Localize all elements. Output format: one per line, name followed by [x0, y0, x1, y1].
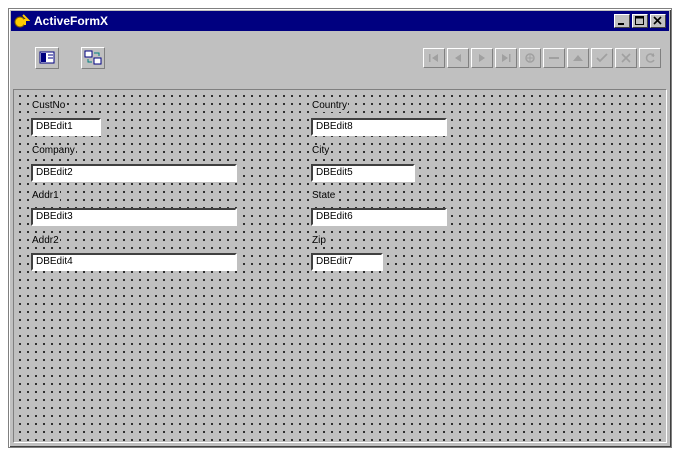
- addr1-label: Addr1: [31, 190, 60, 202]
- delete-record-icon: [549, 57, 559, 59]
- edit-record-button[interactable]: [567, 48, 589, 68]
- activex-app-icon: [14, 14, 30, 28]
- form-view-button[interactable]: [35, 47, 59, 69]
- country-label: Country: [311, 100, 349, 112]
- cancel-record-button[interactable]: [615, 48, 637, 68]
- prior-record-icon: [455, 54, 461, 62]
- minimize-button[interactable]: [614, 14, 630, 28]
- insert-record-icon: [525, 53, 535, 63]
- next-record-button[interactable]: [471, 48, 493, 68]
- toolbar: [11, 33, 669, 85]
- addr2-field[interactable]: DBEdit4: [31, 253, 237, 271]
- zip-label: Zip: [311, 235, 327, 247]
- maximize-icon: [635, 16, 644, 25]
- form-view-icon: [39, 51, 55, 64]
- prior-record-button[interactable]: [447, 48, 469, 68]
- close-icon: [653, 16, 662, 25]
- title-bar[interactable]: ActiveFormX: [11, 11, 669, 31]
- country-field[interactable]: DBEdit8: [311, 118, 447, 136]
- state-label: State: [311, 190, 337, 202]
- last-record-icon: [502, 54, 511, 62]
- caption-buttons: [614, 14, 666, 28]
- addr1-field[interactable]: DBEdit3: [31, 208, 237, 226]
- app-window: ActiveFormX CustNo DBEdit1 Company DBEdi…: [8, 8, 672, 448]
- edit-record-icon: [573, 55, 583, 61]
- navigator-bar: [423, 48, 661, 68]
- post-record-button[interactable]: [591, 48, 613, 68]
- post-record-icon: [596, 53, 608, 63]
- window-title: ActiveFormX: [34, 14, 109, 28]
- company-label: Company: [31, 145, 76, 157]
- maximize-button[interactable]: [632, 14, 648, 28]
- custno-field[interactable]: DBEdit1: [31, 118, 101, 136]
- city-field[interactable]: DBEdit5: [311, 164, 415, 182]
- refresh-record-icon: [645, 53, 655, 63]
- first-record-icon: [429, 54, 438, 62]
- cancel-record-icon: [621, 53, 631, 63]
- minimize-icon: [618, 23, 624, 25]
- addr2-label: Addr2: [31, 235, 60, 247]
- next-record-icon: [479, 54, 485, 62]
- state-field[interactable]: DBEdit6: [311, 208, 447, 226]
- data-view-icon: [84, 50, 102, 65]
- insert-record-button[interactable]: [519, 48, 541, 68]
- first-record-button[interactable]: [423, 48, 445, 68]
- company-field[interactable]: DBEdit2: [31, 164, 237, 182]
- last-record-button[interactable]: [495, 48, 517, 68]
- close-button[interactable]: [650, 14, 666, 28]
- delete-record-button[interactable]: [543, 48, 565, 68]
- refresh-record-button[interactable]: [639, 48, 661, 68]
- data-view-button[interactable]: [81, 47, 105, 69]
- custno-label: CustNo: [31, 100, 67, 112]
- zip-field[interactable]: DBEdit7: [311, 253, 383, 271]
- city-label: City: [311, 145, 331, 157]
